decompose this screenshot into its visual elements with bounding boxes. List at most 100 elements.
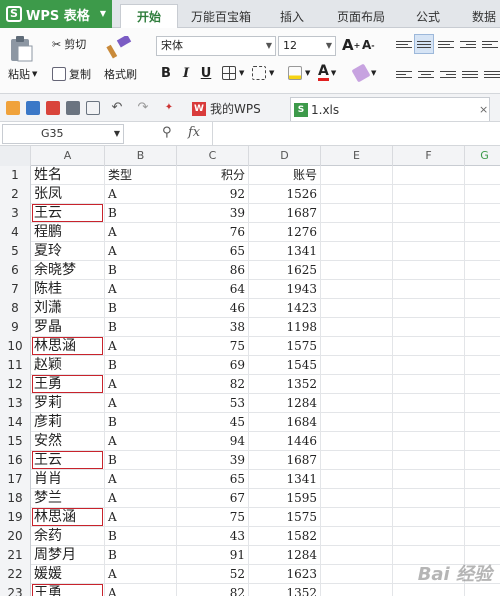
- cell-points[interactable]: 53: [177, 394, 249, 413]
- row-header[interactable]: 6: [0, 261, 31, 280]
- cell-empty[interactable]: [321, 470, 393, 489]
- cell-name[interactable]: 刘潇: [31, 299, 105, 318]
- cell-empty[interactable]: [465, 470, 500, 489]
- cell-points[interactable]: 94: [177, 432, 249, 451]
- cell-type[interactable]: B: [105, 261, 177, 280]
- cell-type[interactable]: B: [105, 527, 177, 546]
- cell-type[interactable]: A: [105, 432, 177, 451]
- cell-account[interactable]: 1352: [249, 375, 321, 394]
- cell-empty[interactable]: [393, 185, 465, 204]
- row-header[interactable]: 12: [0, 375, 31, 394]
- cell-account[interactable]: 1625: [249, 261, 321, 280]
- distribute-icon[interactable]: [484, 66, 500, 82]
- cell-name[interactable]: 程鹏: [31, 223, 105, 242]
- cell-empty[interactable]: [321, 280, 393, 299]
- cell-account[interactable]: 1423: [249, 299, 321, 318]
- cell-account[interactable]: 1276: [249, 223, 321, 242]
- fx-button[interactable]: fx: [188, 125, 200, 140]
- row-header[interactable]: 18: [0, 489, 31, 508]
- cell-account[interactable]: 1943: [249, 280, 321, 299]
- cell-empty[interactable]: [321, 337, 393, 356]
- tab-document[interactable]: S 1.xls ×: [290, 97, 490, 121]
- column-header-e[interactable]: E: [321, 146, 393, 166]
- cell-empty[interactable]: [321, 413, 393, 432]
- cell-points[interactable]: 38: [177, 318, 249, 337]
- row-header[interactable]: 5: [0, 242, 31, 261]
- cell-empty[interactable]: [393, 432, 465, 451]
- cell-points[interactable]: 69: [177, 356, 249, 375]
- tab-page-layout[interactable]: 页面布局: [330, 6, 392, 28]
- cell-empty[interactable]: [465, 318, 500, 337]
- app-menu-button[interactable]: S WPS 表格 ▼: [0, 0, 112, 28]
- format-painter-button[interactable]: 格式刷: [104, 66, 137, 82]
- cell-points[interactable]: 91: [177, 546, 249, 565]
- row-header[interactable]: 20: [0, 527, 31, 546]
- grow-font-button[interactable]: A +: [342, 36, 360, 54]
- cell-account[interactable]: 账号: [249, 166, 321, 185]
- cell-type[interactable]: A: [105, 489, 177, 508]
- cell-empty[interactable]: [465, 185, 500, 204]
- tab-toolbox[interactable]: 万能百宝箱: [186, 6, 256, 28]
- cell-empty[interactable]: [393, 318, 465, 337]
- cell-empty[interactable]: [321, 546, 393, 565]
- formula-input[interactable]: [212, 122, 500, 145]
- cell-points[interactable]: 46: [177, 299, 249, 318]
- cell-empty[interactable]: [321, 375, 393, 394]
- cell-type[interactable]: A: [105, 242, 177, 261]
- cell-empty[interactable]: [321, 451, 393, 470]
- cell-empty[interactable]: [465, 394, 500, 413]
- row-header[interactable]: 11: [0, 356, 31, 375]
- cell-empty[interactable]: [393, 489, 465, 508]
- open-folder-icon[interactable]: [6, 101, 20, 115]
- customize-icon[interactable]: ✦: [162, 101, 176, 115]
- cell-empty[interactable]: [465, 508, 500, 527]
- cell-points[interactable]: 86: [177, 261, 249, 280]
- cell-empty[interactable]: [465, 489, 500, 508]
- align-left-icon[interactable]: [396, 66, 412, 82]
- cell-empty[interactable]: [465, 166, 500, 185]
- cell-empty[interactable]: [321, 432, 393, 451]
- cell-account[interactable]: 1446: [249, 432, 321, 451]
- cell-name[interactable]: 罗莉: [31, 394, 105, 413]
- align-center-icon[interactable]: [418, 66, 434, 82]
- cell-name[interactable]: 余晓梦: [31, 261, 105, 280]
- cell-name[interactable]: 林思涵: [31, 508, 105, 527]
- cell-type[interactable]: B: [105, 356, 177, 375]
- cell-account[interactable]: 1341: [249, 242, 321, 261]
- font-name-select[interactable]: 宋体 ▼: [156, 36, 276, 56]
- cell-empty[interactable]: [465, 451, 500, 470]
- cell-empty[interactable]: [465, 280, 500, 299]
- row-header[interactable]: 4: [0, 223, 31, 242]
- column-header-d[interactable]: D: [249, 146, 321, 166]
- row-header[interactable]: 16: [0, 451, 31, 470]
- cell-name[interactable]: 张凤: [31, 185, 105, 204]
- cell-name[interactable]: 林思涵: [31, 337, 105, 356]
- cell-empty[interactable]: [321, 565, 393, 584]
- column-header-g[interactable]: G: [465, 146, 500, 166]
- cell-empty[interactable]: [321, 185, 393, 204]
- cell-empty[interactable]: [321, 394, 393, 413]
- cell-type[interactable]: A: [105, 565, 177, 584]
- row-header[interactable]: 8: [0, 299, 31, 318]
- cell-points[interactable]: 75: [177, 508, 249, 527]
- cell-account[interactable]: 1341: [249, 470, 321, 489]
- tab-formulas[interactable]: 公式: [406, 6, 450, 28]
- cell-empty[interactable]: [393, 394, 465, 413]
- row-header[interactable]: 21: [0, 546, 31, 565]
- align-bottom-icon[interactable]: [438, 36, 454, 52]
- cell-empty[interactable]: [321, 356, 393, 375]
- cell-empty[interactable]: [321, 242, 393, 261]
- name-box[interactable]: G35 ▼: [2, 124, 124, 144]
- row-header[interactable]: 23: [0, 584, 31, 596]
- cell-empty[interactable]: [321, 584, 393, 596]
- cell-empty[interactable]: [393, 280, 465, 299]
- cell-account[interactable]: 1198: [249, 318, 321, 337]
- cell-name[interactable]: 梦兰: [31, 489, 105, 508]
- cell-name[interactable]: 媛媛: [31, 565, 105, 584]
- cell-name[interactable]: 夏玲: [31, 242, 105, 261]
- cell-type[interactable]: A: [105, 185, 177, 204]
- column-header-a[interactable]: A: [31, 146, 105, 166]
- cell-empty[interactable]: [465, 337, 500, 356]
- row-header[interactable]: 1: [0, 166, 31, 185]
- cell-empty[interactable]: [393, 166, 465, 185]
